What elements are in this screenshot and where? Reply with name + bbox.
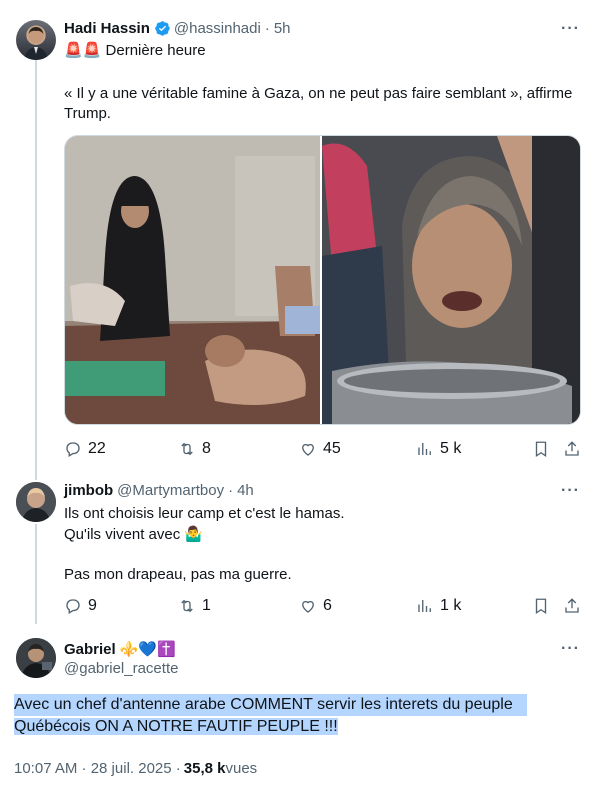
timestamp[interactable]: 4h xyxy=(237,482,254,499)
thread-line xyxy=(35,60,37,480)
tweet-text-line2: Qu'ils vivent avec 🤷‍♂️ xyxy=(64,526,204,543)
tweet-quote: « Il y a une véritable famine à Gaza, on… xyxy=(64,85,573,122)
more-icon[interactable]: ··· xyxy=(561,640,580,658)
bookmark-button[interactable] xyxy=(532,440,550,458)
reply-button[interactable]: 9 xyxy=(64,597,97,615)
retweet-icon xyxy=(181,442,193,456)
selected-text-line2: Québécois ON A NOTRE FAUTIF PEUPLE !!! xyxy=(14,718,338,735)
tweet-text[interactable]: Avec un chef d'antenne arabe COMMENT ser… xyxy=(14,694,584,738)
share-icon xyxy=(565,598,579,613)
views-button[interactable]: 1 k xyxy=(416,597,461,615)
like-count: 45 xyxy=(323,440,341,457)
like-icon xyxy=(302,600,314,613)
reply-icon xyxy=(66,442,80,457)
avatar[interactable] xyxy=(16,20,56,60)
tweet-header: Gabriel ⚜️💙✝️ xyxy=(64,640,176,659)
bookmark-icon xyxy=(535,598,547,615)
share-button[interactable] xyxy=(563,440,581,458)
display-name[interactable]: Hadi Hassin xyxy=(64,20,150,37)
tweet-text-line1: Ils ont choisis leur camp et c'est le ha… xyxy=(64,505,345,522)
verified-icon xyxy=(154,20,171,37)
photo-left[interactable] xyxy=(65,136,321,424)
tweet-header: jimbob @Martymartboy · 4h xyxy=(64,482,254,499)
retweet-count: 8 xyxy=(202,440,211,457)
tweet-text-line1: 🚨🚨 Dernière heure xyxy=(64,42,206,59)
retweet-icon xyxy=(181,599,193,613)
avatar[interactable] xyxy=(16,482,56,522)
more-icon[interactable]: ··· xyxy=(561,482,580,500)
reply-button[interactable]: 22 xyxy=(64,440,106,458)
reply-icon xyxy=(66,599,80,614)
handle[interactable]: @gabriel_racette xyxy=(64,660,178,677)
tweet-text-line3: Pas mon drapeau, pas ma guerre. xyxy=(64,566,292,583)
display-name[interactable]: jimbob xyxy=(64,482,113,499)
view-label: vues xyxy=(225,760,258,777)
views-button[interactable]: 5 k xyxy=(416,440,461,458)
more-icon[interactable]: ··· xyxy=(561,20,580,38)
tweet-meta: 10:07 AM · 28 juil. 2025 · 35,8 k vues xyxy=(14,760,257,777)
media-gallery[interactable] xyxy=(64,135,581,425)
selected-text-line1: Avec un chef d'antenne arabe COMMENT ser… xyxy=(14,694,527,716)
bookmark-button[interactable] xyxy=(532,597,550,615)
siren-emoji: 🚨🚨 xyxy=(64,42,102,59)
bookmark-icon xyxy=(535,441,547,458)
handle[interactable]: @hassinhadi xyxy=(174,20,261,37)
thread-line xyxy=(35,524,37,624)
like-button[interactable]: 6 xyxy=(299,597,332,615)
name-emoji: ⚜️💙✝️ xyxy=(119,641,176,658)
photo-right[interactable] xyxy=(322,136,580,424)
like-button[interactable]: 45 xyxy=(299,440,341,458)
views-count: 1 k xyxy=(440,597,462,614)
handle-row: @gabriel_racette xyxy=(64,660,178,677)
reply-count: 9 xyxy=(88,597,97,614)
views-icon xyxy=(418,600,431,612)
view-count: 35,8 k xyxy=(183,760,226,777)
display-name[interactable]: Gabriel xyxy=(64,641,116,658)
share-button[interactable] xyxy=(563,597,581,615)
like-icon xyxy=(302,443,314,456)
handle[interactable]: @Martymartboy xyxy=(117,482,224,499)
share-icon xyxy=(565,441,579,456)
timestamp[interactable]: 5h xyxy=(274,20,291,37)
tweet-header: Hadi Hassin @hassinhadi · 5h xyxy=(64,20,291,37)
like-count: 6 xyxy=(323,597,332,614)
views-icon xyxy=(418,443,431,455)
post-timestamp[interactable]: 10:07 AM · 28 juil. 2025 · xyxy=(14,760,181,777)
retweet-count: 1 xyxy=(202,597,211,614)
separator-dot: · xyxy=(228,482,234,499)
retweet-button[interactable]: 1 xyxy=(178,597,211,615)
retweet-button[interactable]: 8 xyxy=(178,440,211,458)
reply-count: 22 xyxy=(88,440,106,457)
separator-dot: · xyxy=(264,20,270,37)
avatar[interactable] xyxy=(16,638,56,678)
views-count: 5 k xyxy=(440,440,462,457)
